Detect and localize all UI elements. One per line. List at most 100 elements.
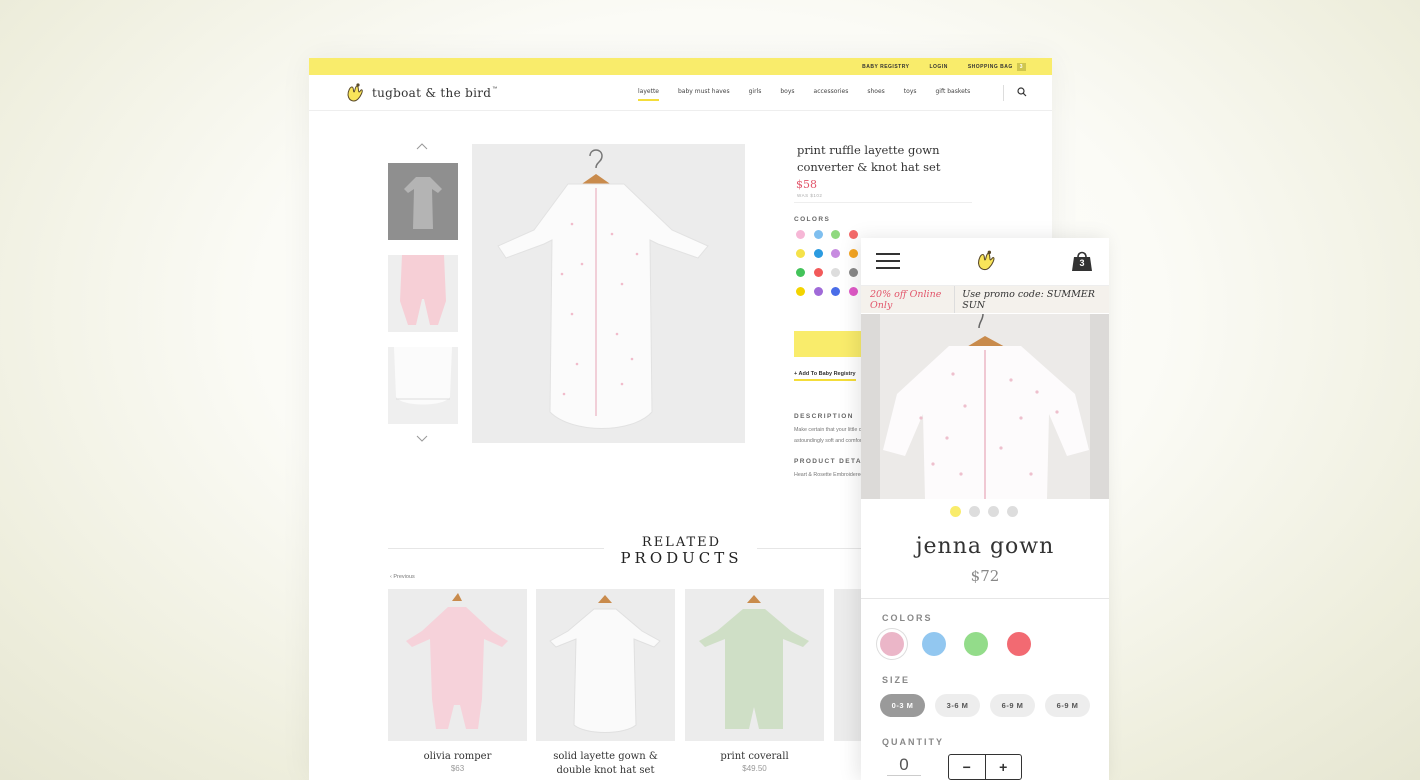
carousel-dots bbox=[950, 506, 1018, 517]
romper-photo bbox=[388, 589, 527, 741]
add-to-registry-link[interactable]: + Add To Baby Registry bbox=[794, 371, 856, 381]
hamburger-menu-icon[interactable] bbox=[876, 253, 900, 274]
shopping-bag-label: SHOPPING BAG bbox=[967, 63, 1013, 70]
size-option-3-6m[interactable]: 3-6 M bbox=[935, 694, 980, 717]
product-details-label: PRODUCT DETAILS bbox=[794, 458, 864, 465]
thumbnail-gown[interactable] bbox=[388, 163, 458, 240]
trademark: ™ bbox=[492, 86, 498, 92]
color-swatch[interactable] bbox=[831, 230, 840, 239]
thumbnail-detail[interactable] bbox=[388, 347, 458, 424]
carousel-dot[interactable] bbox=[988, 506, 999, 517]
nav-shoes[interactable]: shoes bbox=[867, 88, 884, 101]
thumb-down-chevron-icon[interactable] bbox=[416, 435, 428, 443]
gown-thumb-image bbox=[388, 163, 458, 240]
login-link[interactable]: LOGIN bbox=[929, 64, 947, 70]
mobile-product-name: jenna gown bbox=[915, 534, 1055, 559]
promo-code: Use promo code: SUMMER SUN bbox=[962, 288, 1095, 311]
mobile-product-image[interactable] bbox=[861, 314, 1109, 499]
nav-divider bbox=[1003, 85, 1004, 101]
bird-hand-icon bbox=[347, 83, 363, 102]
color-swatch[interactable] bbox=[813, 268, 823, 277]
description-label: DESCRIPTION bbox=[794, 413, 854, 420]
color-swatch[interactable] bbox=[848, 268, 858, 277]
carousel-dot[interactable] bbox=[969, 506, 980, 517]
product-was-price: WAS $102 bbox=[797, 193, 823, 198]
nav-baby-must-haves[interactable]: baby must haves bbox=[678, 88, 730, 101]
bag-count-badge: 3 bbox=[1016, 62, 1026, 71]
related-heading-line-1: RELATED bbox=[641, 535, 722, 550]
shopping-bag-link[interactable]: SHOPPING BAG 3 bbox=[967, 62, 1026, 71]
carousel-dot[interactable] bbox=[1007, 506, 1018, 517]
gown-photo bbox=[472, 144, 745, 443]
mobile-colors-label: COLORS bbox=[882, 613, 933, 623]
color-swatch[interactable] bbox=[796, 287, 805, 296]
size-option-0-3m[interactable]: 0-3 M bbox=[880, 694, 925, 717]
related-name: print coverall bbox=[720, 751, 789, 762]
colors-label: COLORS bbox=[794, 216, 831, 223]
thumb-up-chevron-icon[interactable] bbox=[416, 142, 428, 150]
nav-girls[interactable]: girls bbox=[749, 88, 762, 101]
size-option-6-9m[interactable]: 6-9 M bbox=[990, 694, 1035, 717]
quantity-stepper: − + bbox=[948, 754, 1022, 780]
related-rule-left bbox=[388, 548, 604, 549]
previous-link[interactable]: ‹ Previous bbox=[390, 574, 415, 580]
nav-accessories[interactable]: accessories bbox=[814, 88, 849, 101]
color-swatch[interactable] bbox=[831, 287, 840, 296]
related-products-heading: RELATED PRODUCTS bbox=[609, 535, 754, 567]
utility-bar: BABY REGISTRY LOGIN SHOPPING BAG 3 bbox=[309, 58, 1052, 75]
related-card-olivia-romper[interactable]: olivia romper $63 bbox=[388, 589, 527, 780]
color-swatch[interactable] bbox=[813, 287, 823, 296]
related-heading-line-2: PRODUCTS bbox=[620, 549, 743, 567]
mobile-bag-count: 3 bbox=[1079, 258, 1085, 268]
shopping-bag-icon[interactable]: 3 bbox=[1071, 250, 1093, 272]
nav-layette[interactable]: layette bbox=[638, 88, 659, 101]
related-name: olivia romper bbox=[423, 751, 492, 762]
color-swatch[interactable] bbox=[831, 268, 840, 277]
main-product-image[interactable] bbox=[472, 144, 745, 443]
color-option-blue[interactable] bbox=[922, 632, 946, 656]
main-nav: tugboat & the bird ™ layette baby must ha… bbox=[309, 75, 1052, 111]
related-image bbox=[685, 589, 824, 741]
related-name: solid layette gown & double knot hat set bbox=[553, 751, 658, 776]
color-swatch[interactable] bbox=[796, 249, 805, 258]
color-swatch[interactable] bbox=[848, 287, 858, 296]
related-image bbox=[388, 589, 527, 741]
nav-boys[interactable]: boys bbox=[780, 88, 794, 101]
quantity-field[interactable]: 0 bbox=[887, 755, 921, 776]
color-swatch[interactable] bbox=[813, 230, 823, 239]
divider bbox=[861, 598, 1109, 599]
color-option-green[interactable] bbox=[964, 632, 988, 656]
color-option-red[interactable] bbox=[1007, 632, 1031, 656]
search-icon[interactable] bbox=[1017, 87, 1027, 97]
color-swatch[interactable] bbox=[796, 230, 805, 239]
color-swatch[interactable] bbox=[796, 268, 805, 277]
color-swatch[interactable] bbox=[831, 249, 840, 258]
increment-button[interactable]: + bbox=[986, 755, 1022, 779]
color-option-pink[interactable] bbox=[880, 632, 904, 656]
bird-hand-icon[interactable] bbox=[972, 248, 998, 274]
mobile-product-price: $72 bbox=[970, 567, 1000, 585]
baby-registry-link[interactable]: BABY REGISTRY bbox=[862, 64, 909, 70]
divider bbox=[794, 202, 972, 203]
color-swatch[interactable] bbox=[813, 249, 823, 258]
mobile-header: 3 bbox=[861, 238, 1109, 286]
layette-gown-photo bbox=[536, 589, 675, 741]
color-swatch-grid bbox=[796, 230, 858, 296]
size-option-6-9m-alt[interactable]: 6-9 M bbox=[1045, 694, 1090, 717]
related-card-solid-layette-gown[interactable]: solid layette gown & double knot hat set bbox=[536, 589, 675, 780]
related-image bbox=[536, 589, 675, 741]
mobile-quantity-label: QUANTITY bbox=[882, 737, 944, 747]
promo-banner: 20% off Online Only Use promo code: SUMM… bbox=[861, 286, 1109, 313]
related-card-print-coverall[interactable]: print coverall $49.50 bbox=[685, 589, 824, 780]
thumbnail-footie[interactable] bbox=[388, 255, 458, 332]
color-swatch[interactable] bbox=[848, 230, 858, 239]
brand-logo[interactable]: tugboat & the bird ™ bbox=[342, 81, 497, 105]
carousel-dot-active[interactable] bbox=[950, 506, 961, 517]
product-price: $58 bbox=[796, 178, 817, 191]
decrement-button[interactable]: − bbox=[949, 755, 986, 779]
color-swatch[interactable] bbox=[848, 249, 858, 258]
nav-toys[interactable]: toys bbox=[904, 88, 917, 101]
nav-gift-baskets[interactable]: gift baskets bbox=[936, 88, 971, 101]
related-price: $49.50 bbox=[742, 764, 767, 773]
related-price: $63 bbox=[450, 764, 465, 773]
